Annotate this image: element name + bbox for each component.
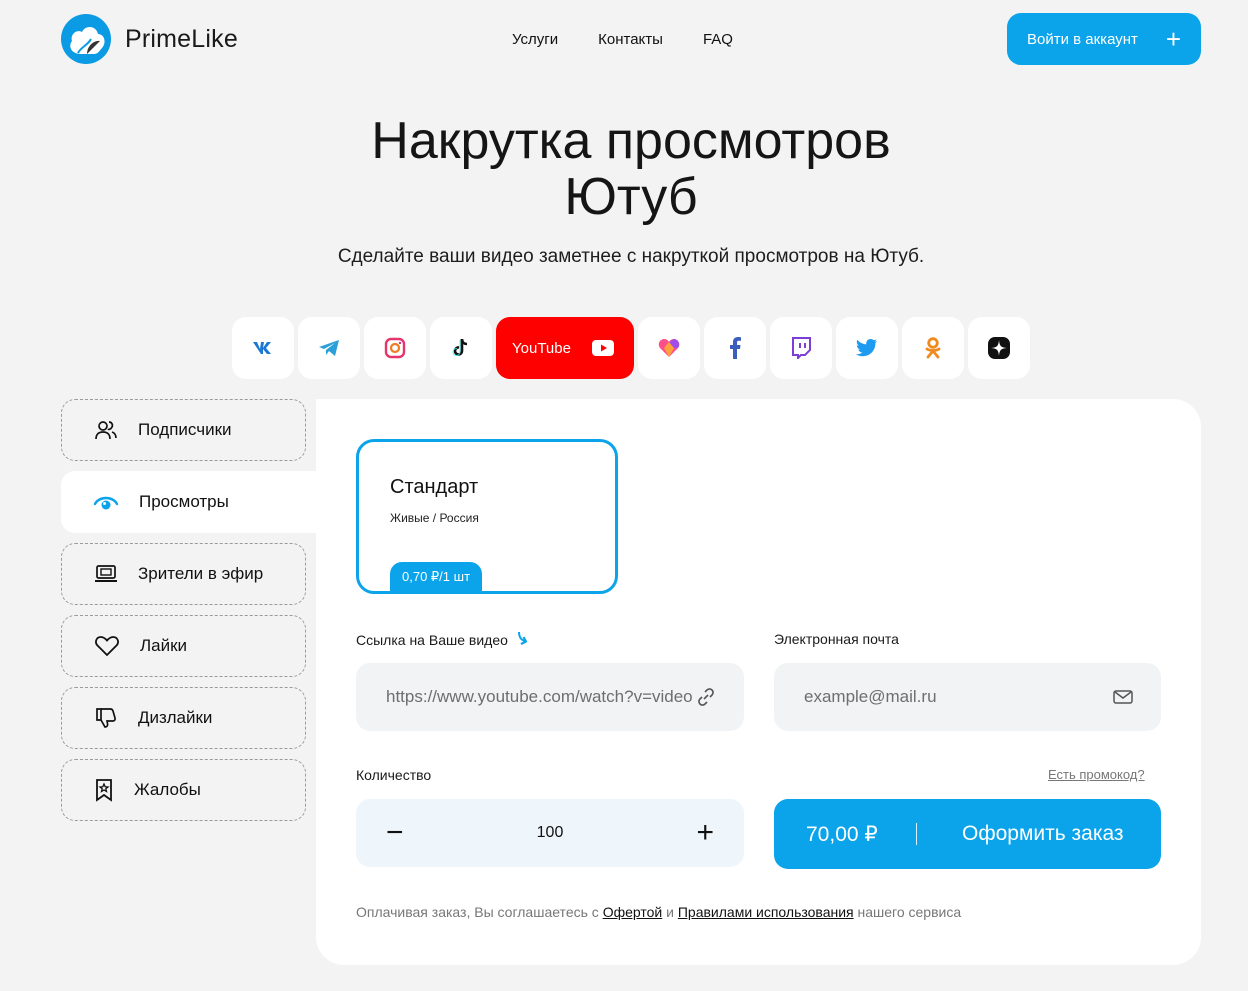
decrement-button[interactable]: −: [386, 818, 404, 848]
page-title: Накрутка просмотров Ютуб: [0, 113, 1248, 225]
login-label: Войти в аккаунт: [1027, 30, 1138, 48]
legal-suffix: нашего сервиса: [857, 904, 962, 920]
platform-zen[interactable]: [968, 317, 1030, 379]
eye-icon: [93, 496, 119, 510]
twitter-icon: [856, 339, 877, 357]
order-panel: Стандарт Живые / Россия 0,70 ₽/1 шт Ссыл…: [316, 399, 1201, 965]
tiktok-icon: [452, 338, 468, 356]
category-list: Подписчики Просмотры Зрители в эфир Лайк…: [61, 399, 317, 831]
platform-twitter[interactable]: [836, 317, 898, 379]
youtube-label: YouTube: [512, 339, 571, 357]
page-subtitle: Сделайте ваши видео заметнее с накруткой…: [337, 246, 925, 267]
category-live-viewers[interactable]: Зрители в эфир: [61, 543, 306, 605]
title-line-2: Ютуб: [564, 168, 698, 226]
platform-youtube[interactable]: YouTube: [496, 317, 634, 379]
quantity-label: Количество: [356, 767, 432, 783]
plus-icon: +: [1165, 24, 1181, 54]
video-link-field: [356, 663, 744, 731]
telegram-icon: [319, 340, 339, 356]
users-icon: [95, 421, 117, 440]
heart-icon: [95, 636, 119, 657]
rules-link[interactable]: Правилами использования: [678, 904, 854, 920]
order-total: 70,00 ₽: [806, 822, 878, 846]
vk-icon: [253, 342, 271, 354]
platform-twitch[interactable]: [770, 317, 832, 379]
tariff-title: Стандарт: [390, 476, 479, 498]
category-likes[interactable]: Лайки: [61, 615, 306, 677]
email-field: [774, 663, 1161, 731]
category-label: Зрители в эфир: [138, 564, 264, 583]
likee-icon: [658, 339, 680, 357]
video-link-input[interactable]: [386, 687, 706, 707]
thumbs-down-icon: [96, 708, 116, 728]
platform-vk[interactable]: [232, 317, 294, 379]
category-reports[interactable]: Жалобы: [61, 759, 306, 821]
odnoklassniki-icon: [925, 337, 941, 359]
title-line-1: Накрутка просмотров: [371, 112, 891, 170]
header: PrimeLike Услуги Контакты FAQ Войти в ак…: [0, 0, 1248, 80]
order-label: Оформить заказ: [962, 822, 1124, 845]
order-button[interactable]: 70,00 ₽ Оформить заказ: [774, 799, 1161, 869]
increment-button[interactable]: +: [696, 818, 714, 848]
logo[interactable]: PrimeLike: [61, 14, 238, 64]
link-label-row: Ссылка на Ваше видео: [356, 631, 529, 648]
nav-services[interactable]: Услуги: [512, 31, 558, 48]
category-label: Подписчики: [138, 420, 232, 439]
mail-icon: [1113, 690, 1133, 704]
report-icon: [96, 779, 112, 802]
legal-and: и: [666, 904, 674, 920]
platform-instagram[interactable]: [364, 317, 426, 379]
tariff-price: 0,70 ₽/1 шт: [390, 562, 483, 591]
laptop-icon: [95, 565, 117, 582]
category-subscribers[interactable]: Подписчики: [61, 399, 306, 461]
facebook-icon: [730, 337, 741, 359]
category-views[interactable]: Просмотры: [61, 471, 317, 533]
email-label: Электронная почта: [774, 631, 899, 647]
offer-link[interactable]: Офертой: [603, 904, 663, 920]
platform-telegram[interactable]: [298, 317, 360, 379]
platform-odnoklassniki[interactable]: [902, 317, 964, 379]
tariff-card-standard[interactable]: Стандарт Живые / Россия 0,70 ₽/1 шт: [356, 439, 618, 594]
category-label: Жалобы: [134, 780, 201, 799]
quantity-value[interactable]: 100: [537, 824, 564, 842]
cloud-logo-icon: [61, 14, 111, 64]
youtube-icon: [592, 340, 614, 356]
platform-facebook[interactable]: [704, 317, 766, 379]
category-dislikes[interactable]: Дизлайки: [61, 687, 306, 749]
instagram-icon: [384, 337, 406, 359]
login-button[interactable]: Войти в аккаунт +: [1007, 13, 1201, 65]
quantity-stepper: − 100 +: [356, 799, 744, 867]
legal-notice: Оплачивая заказ, Вы соглашаетесь с Оферт…: [356, 904, 961, 920]
link-icon: [698, 688, 714, 706]
logo-text: PrimeLike: [125, 24, 238, 53]
nav-faq[interactable]: FAQ: [703, 31, 733, 48]
main-nav: Услуги Контакты FAQ: [512, 31, 733, 48]
nav-contacts[interactable]: Контакты: [598, 31, 663, 48]
zen-icon: [988, 337, 1010, 359]
email-input[interactable]: [804, 687, 1113, 707]
category-label: Лайки: [140, 636, 188, 655]
platform-likee[interactable]: [638, 317, 700, 379]
promo-code-link[interactable]: Есть промокод?: [1048, 767, 1145, 782]
twitch-icon: [792, 337, 811, 359]
category-label: Просмотры: [139, 492, 229, 511]
platform-tiktok[interactable]: [430, 317, 492, 379]
platform-selector: YouTube: [232, 317, 1030, 379]
legal-prefix: Оплачивая заказ, Вы соглашаетесь с: [356, 904, 599, 920]
link-label: Ссылка на Ваше видео: [356, 632, 508, 648]
arrow-down-icon: [517, 631, 527, 645]
category-label: Дизлайки: [138, 708, 213, 727]
tariff-description: Живые / Россия: [390, 511, 479, 525]
